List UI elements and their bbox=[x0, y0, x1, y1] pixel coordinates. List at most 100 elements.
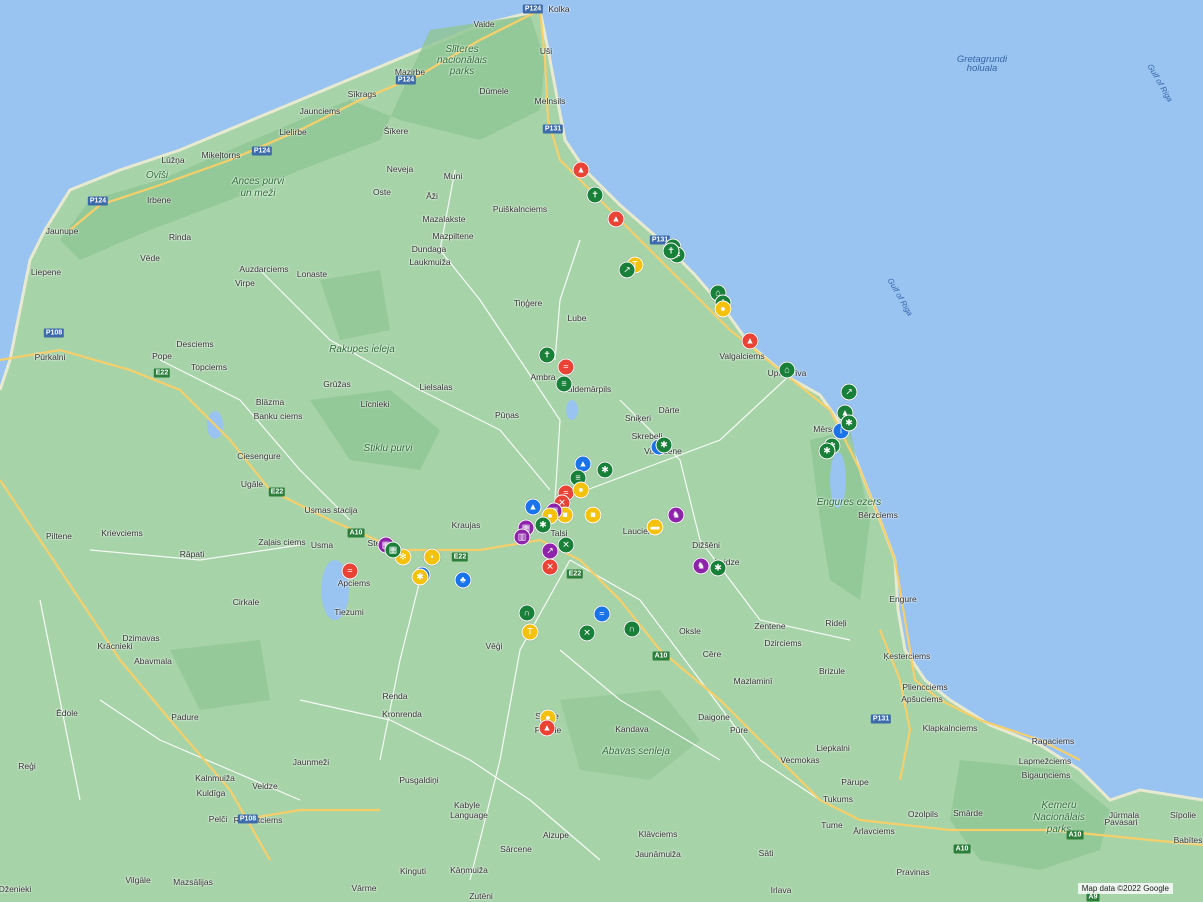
marker-glyph: ▲ bbox=[576, 164, 586, 175]
place-label: Dižšēni bbox=[692, 540, 720, 550]
place-label: Jaunāmuiža bbox=[635, 849, 681, 859]
marker-glyph: ✝ bbox=[591, 189, 599, 200]
place-label: Daigone bbox=[698, 712, 730, 722]
place-label: Oste bbox=[373, 187, 391, 197]
place-label: Zaļais ciems bbox=[258, 537, 306, 547]
building-icon[interactable]: ▦ bbox=[384, 541, 402, 559]
place-label: Tiņģere bbox=[513, 298, 543, 308]
farm-icon[interactable]: ✱ bbox=[411, 568, 429, 586]
marker-glyph: ✱ bbox=[416, 571, 424, 582]
marker-glyph: ∩ bbox=[523, 607, 531, 618]
marker-glyph: ● bbox=[720, 303, 726, 314]
map-canvas[interactable]: Vaide Kolka Slīteres nacionālais parks Uši Maz… bbox=[0, 0, 1203, 902]
campfire-icon[interactable]: ▲ bbox=[607, 210, 625, 228]
church-icon[interactable]: ✝ bbox=[586, 186, 604, 204]
tree-icon[interactable]: ♣ bbox=[454, 571, 472, 589]
place-label: Neveja bbox=[386, 164, 414, 174]
marker-glyph: ≈ bbox=[563, 361, 569, 372]
sports-icon[interactable]: ✕ bbox=[578, 624, 596, 642]
place-label: Desciems bbox=[176, 339, 214, 349]
church-icon[interactable]: ✝ bbox=[538, 346, 556, 364]
place-label: Irlava bbox=[770, 885, 792, 895]
place-label: Ārlavciems bbox=[853, 826, 895, 836]
playground-icon[interactable]: ∩ bbox=[623, 620, 641, 638]
road-shield: P131 bbox=[870, 714, 892, 724]
road-shield: P108 bbox=[237, 814, 259, 824]
marker-glyph: ≈ bbox=[599, 608, 605, 619]
sightseeing-icon[interactable]: ● bbox=[714, 300, 732, 318]
marker-glyph: ▥ bbox=[517, 531, 527, 542]
place-label: Veldze bbox=[252, 781, 278, 791]
place-label: Sniķeri bbox=[625, 413, 651, 423]
place-label: Usmas stacija bbox=[304, 505, 358, 515]
place-label: Reģi bbox=[18, 761, 36, 771]
place-label: Mazalakste bbox=[422, 214, 466, 224]
marker-glyph: ✱ bbox=[660, 439, 668, 450]
like-icon[interactable]: ▲ bbox=[524, 498, 542, 516]
place-label: Apšuciems bbox=[901, 694, 943, 704]
place-label: Uši bbox=[539, 46, 553, 56]
hiking-icon[interactable]: ↗ bbox=[541, 542, 559, 560]
place-label: parks bbox=[449, 66, 475, 77]
place-label: Ozolpils bbox=[907, 809, 939, 819]
chat-icon[interactable]: ▪ bbox=[423, 548, 441, 566]
nature-icon[interactable]: ✱ bbox=[818, 442, 836, 460]
playground-icon[interactable]: ∩ bbox=[518, 604, 536, 622]
place-label: Kraujas bbox=[451, 520, 481, 530]
place-label: Grūžas bbox=[323, 379, 351, 389]
place-label: Kandava bbox=[615, 724, 649, 734]
marker-glyph: ▬ bbox=[650, 521, 660, 532]
nature-icon[interactable]: ✱ bbox=[709, 559, 727, 577]
nature-icon[interactable]: ✱ bbox=[534, 516, 552, 534]
place-label: Liepene bbox=[30, 267, 62, 277]
road-shield: A10 bbox=[652, 651, 670, 661]
place-label: Kronrenda bbox=[382, 709, 422, 719]
church-icon[interactable]: ✝ bbox=[662, 242, 680, 260]
home-icon[interactable]: ⌂ bbox=[778, 361, 796, 379]
place-label: Mazpiltene bbox=[432, 231, 474, 241]
marker-glyph: ▲ bbox=[528, 501, 538, 512]
shopping-icon[interactable]: ■ bbox=[584, 506, 602, 524]
marker-glyph: ♞ bbox=[696, 560, 706, 571]
hiking-icon[interactable]: ↗ bbox=[618, 261, 636, 279]
place-label: Jaunmeži bbox=[292, 757, 330, 767]
place-label: Tiezumi bbox=[334, 607, 364, 617]
forest-2 bbox=[320, 270, 390, 340]
campfire-icon[interactable]: ▲ bbox=[741, 332, 759, 350]
nature-icon[interactable]: ✱ bbox=[655, 436, 673, 454]
place-label: Klāvciems bbox=[638, 829, 678, 839]
place-label: Sārcene bbox=[500, 844, 532, 854]
place-label: Klapkalnciems bbox=[922, 723, 978, 733]
nature-icon[interactable]: ✱ bbox=[840, 414, 858, 432]
road-shield: P124 bbox=[395, 75, 417, 85]
place-label: Sīpolie bbox=[1170, 810, 1196, 820]
place-label: Tukums bbox=[823, 794, 853, 804]
horse-icon[interactable]: ♞ bbox=[667, 506, 685, 524]
horse-icon[interactable]: ♞ bbox=[692, 557, 710, 575]
swimming-icon[interactable]: ≈ bbox=[593, 605, 611, 623]
map-icon[interactable]: ▥ bbox=[513, 528, 531, 546]
park-icon[interactable]: ≡ bbox=[555, 375, 573, 393]
swimming-icon[interactable]: ≈ bbox=[341, 562, 359, 580]
place-label: Nacionālais bbox=[1033, 812, 1085, 823]
sports-icon[interactable]: ✕ bbox=[557, 536, 575, 554]
sightseeing-icon[interactable]: T bbox=[521, 623, 539, 641]
place-label: Virpe bbox=[235, 278, 255, 288]
food-icon[interactable]: ✕ bbox=[541, 558, 559, 576]
lake-4 bbox=[566, 400, 578, 420]
hiking-icon[interactable]: ↗ bbox=[840, 383, 858, 401]
place-label: Apciems bbox=[337, 578, 371, 588]
marker-glyph: ■ bbox=[562, 509, 568, 520]
swimming-icon[interactable]: ≈ bbox=[557, 358, 575, 376]
marker-glyph: ♣ bbox=[460, 574, 466, 585]
marker-glyph: ✱ bbox=[845, 417, 853, 428]
campfire-icon[interactable]: ▲ bbox=[538, 719, 556, 737]
nature-icon[interactable]: ✱ bbox=[596, 461, 614, 479]
road-shield: A10 bbox=[953, 844, 971, 854]
ticket-icon[interactable]: ▬ bbox=[646, 518, 664, 536]
campfire-icon[interactable]: ▲ bbox=[572, 161, 590, 179]
place-label: Ovīši bbox=[145, 170, 169, 181]
place-label: Dženieki bbox=[0, 884, 32, 894]
sightseeing-icon[interactable]: ● bbox=[572, 481, 590, 499]
place-label: Ķemeru bbox=[1041, 800, 1077, 811]
